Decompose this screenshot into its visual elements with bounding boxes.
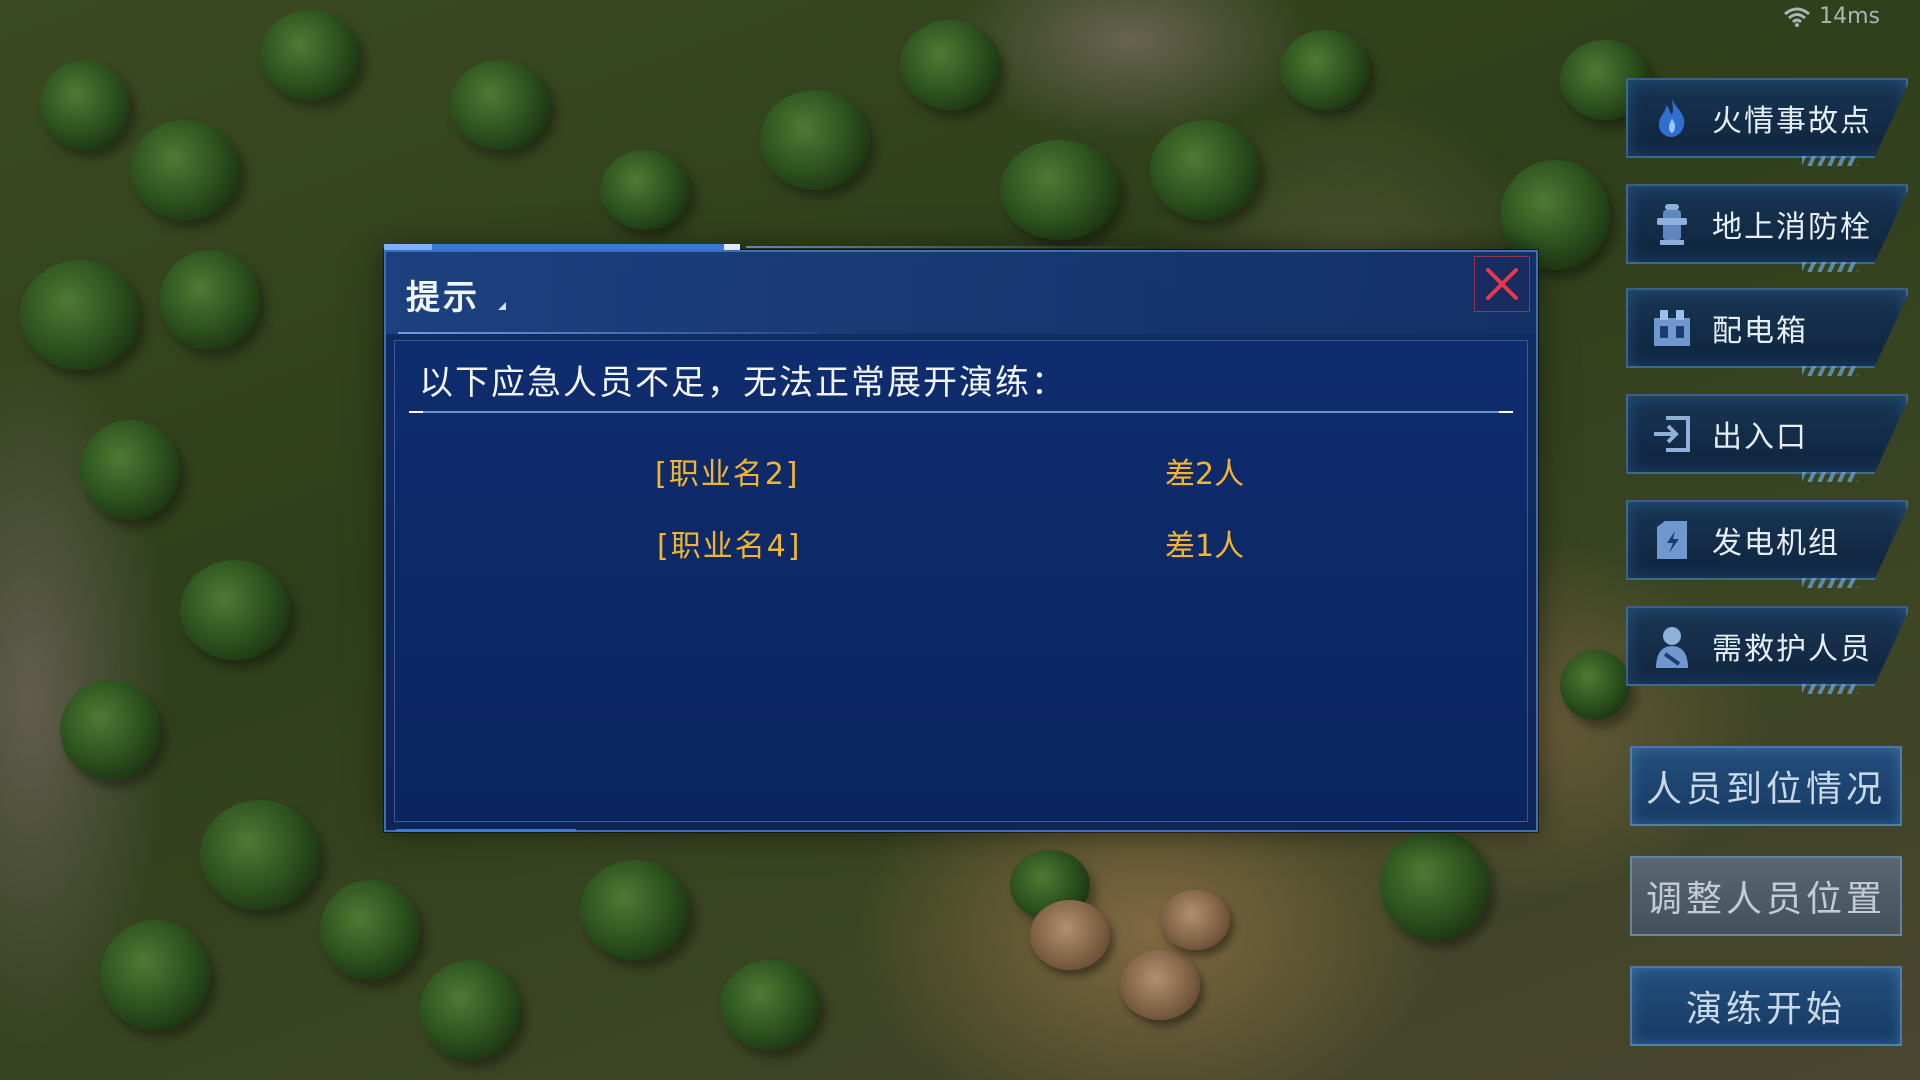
legend-label: 地上消防栓 <box>1712 210 1872 245</box>
tree <box>200 800 320 910</box>
role-name: [职业名2] <box>655 457 800 492</box>
tree <box>1280 30 1370 110</box>
tree <box>60 680 160 780</box>
tree <box>420 960 520 1060</box>
hut <box>1030 900 1110 970</box>
network-status: 14ms <box>1783 4 1880 29</box>
legend-label: 火情事故点 <box>1712 104 1872 139</box>
tree <box>40 60 130 150</box>
hut <box>1120 950 1200 1020</box>
shortage-count: 差2人 <box>1165 457 1245 492</box>
close-button[interactable] <box>1474 256 1530 312</box>
tree <box>130 120 240 220</box>
flame-icon <box>1650 96 1694 140</box>
legend-item-injured-person[interactable]: 需救护人员 <box>1626 606 1908 694</box>
shortage-row: [职业名2] 差2人 <box>395 449 1527 499</box>
legend-item-generator[interactable]: 发电机组 <box>1626 500 1908 588</box>
legend-item-fire[interactable]: 火情事故点 <box>1626 78 1908 166</box>
tree <box>320 880 420 980</box>
dialog-accent-line <box>746 246 1176 248</box>
hut <box>1160 890 1230 950</box>
tree <box>160 250 260 350</box>
distribution-box-icon <box>1650 306 1694 350</box>
start-drill-button[interactable]: 演练开始 <box>1630 966 1902 1046</box>
adjust-positions-button[interactable]: 调整人员位置 <box>1630 856 1902 936</box>
role-name: [职业名4] <box>657 529 802 564</box>
ping-value: 14ms <box>1819 4 1880 29</box>
legend-item-hydrant[interactable]: 地上消防栓 <box>1626 184 1908 272</box>
tree <box>260 10 360 100</box>
tree <box>720 960 820 1050</box>
legend-label: 配电箱 <box>1712 314 1808 349</box>
tree <box>80 420 180 520</box>
alert-dialog: 提示 以下应急人员不足，无法正常展开演练： [职业名2] 差2人 [职业名4] … <box>384 244 1538 832</box>
generator-icon <box>1650 518 1694 562</box>
tree <box>20 260 140 370</box>
shortage-row: [职业名4] 差1人 <box>395 521 1527 571</box>
fire-hydrant-icon <box>1650 202 1694 246</box>
dialog-accent-bar <box>384 244 744 250</box>
title-corner-mark <box>498 302 506 310</box>
wifi-icon <box>1784 7 1811 27</box>
dialog-bottom-accent <box>396 829 576 832</box>
legend-label: 发电机组 <box>1712 526 1840 561</box>
dialog-message: 以下应急人员不足，无法正常展开演练： <box>419 363 1067 403</box>
personnel-status-button[interactable]: 人员到位情况 <box>1630 746 1902 826</box>
dialog-title: 提示 <box>406 278 480 318</box>
legend-label: 需救护人员 <box>1712 632 1872 667</box>
close-icon <box>1486 268 1518 300</box>
title-underline <box>398 332 818 334</box>
tree <box>1150 120 1260 220</box>
entrance-icon <box>1650 412 1694 456</box>
tree <box>450 60 550 150</box>
tree <box>100 920 210 1030</box>
tree <box>900 20 1000 110</box>
shortage-count: 差1人 <box>1165 529 1245 564</box>
tree <box>1000 140 1120 240</box>
tree <box>580 860 690 960</box>
dialog-header: 提示 <box>386 252 1536 334</box>
injured-person-icon <box>1650 624 1694 668</box>
message-divider <box>409 411 1513 413</box>
legend-label: 出入口 <box>1712 420 1808 455</box>
legend-item-distribution-box[interactable]: 配电箱 <box>1626 288 1908 376</box>
tree <box>760 90 870 190</box>
dialog-body: 以下应急人员不足，无法正常展开演练： [职业名2] 差2人 [职业名4] 差1人 <box>394 340 1528 822</box>
legend-item-entrance[interactable]: 出入口 <box>1626 394 1908 482</box>
tree <box>180 560 290 660</box>
tree <box>1560 650 1630 720</box>
tree <box>600 150 690 230</box>
tree <box>1380 830 1490 940</box>
